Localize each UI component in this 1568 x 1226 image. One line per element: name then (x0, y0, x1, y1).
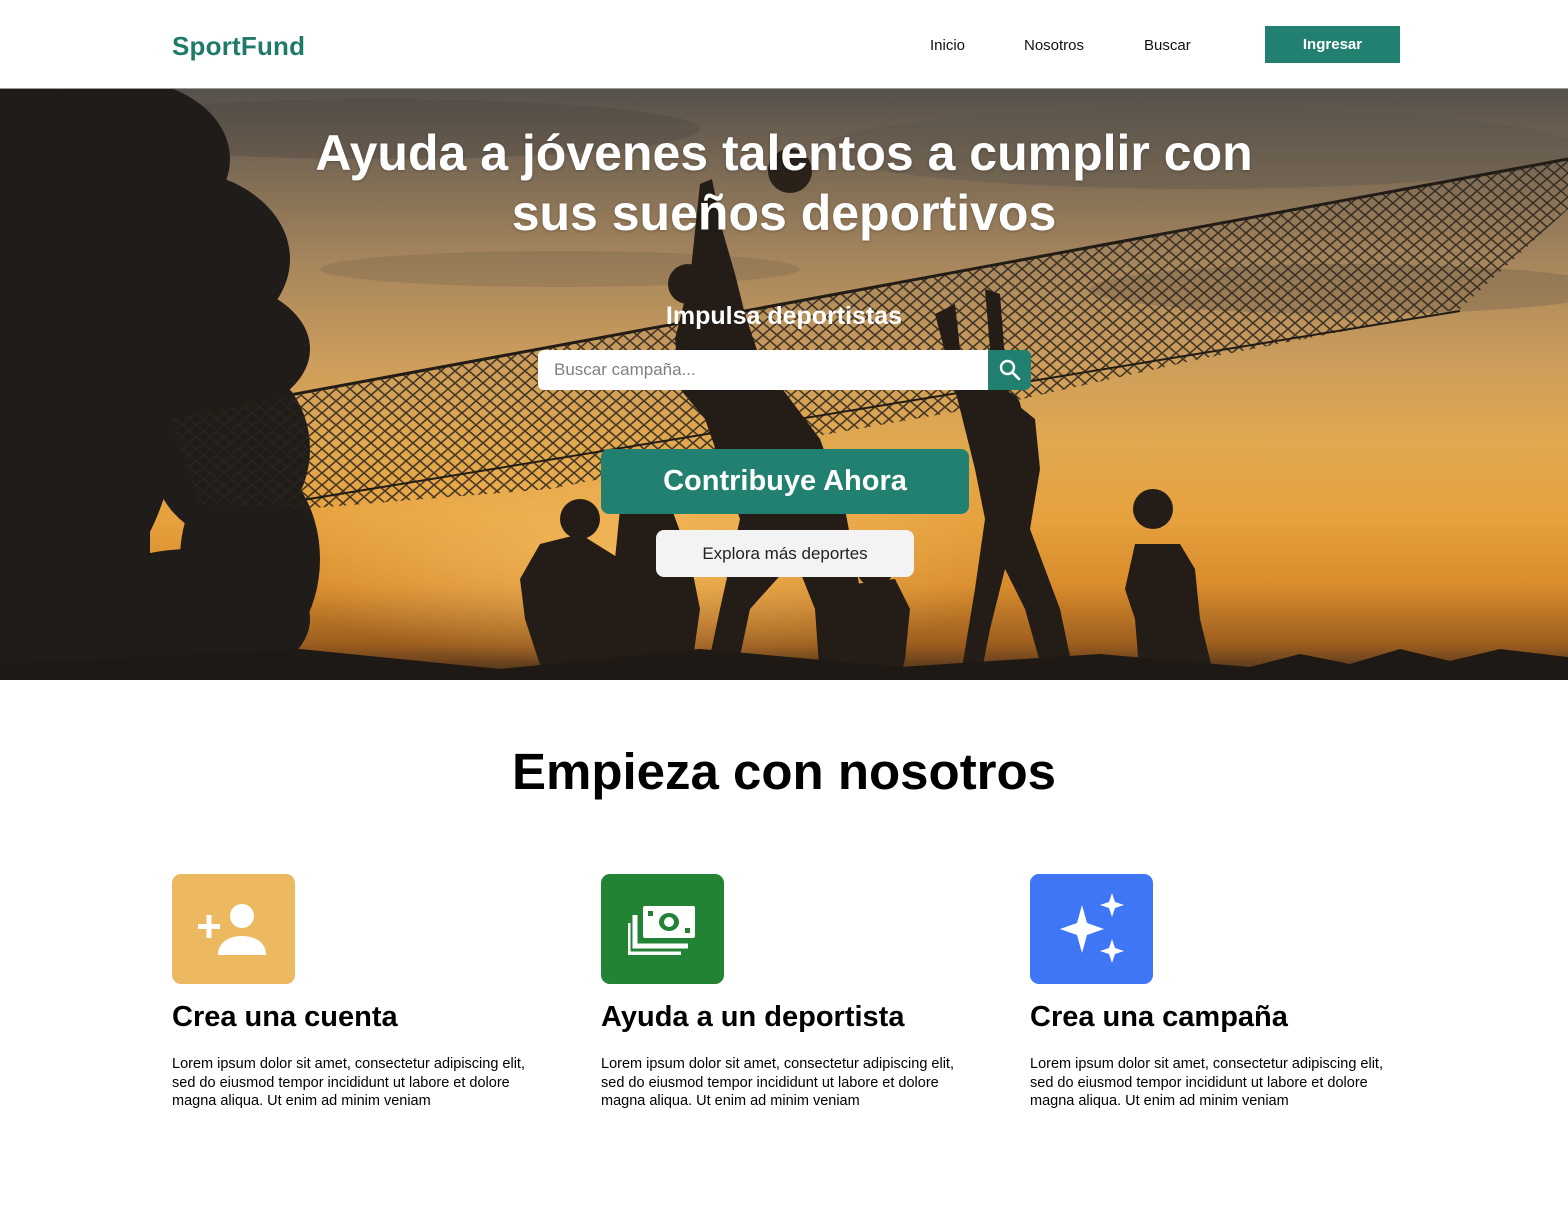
feature-description: Lorem ipsum dolor sit amet, consectetur … (1030, 1056, 1383, 1109)
feature-card-create-account: Crea una cuenta Lorem ipsum dolor sit am… (172, 874, 542, 1111)
money-icon (627, 906, 695, 955)
contribute-now-button[interactable]: Contribuye Ahora (601, 449, 969, 514)
feature-icon-tile (172, 874, 295, 984)
feature-card-help-athlete: Ayuda a un deportista Lorem ipsum dolor … (601, 874, 971, 1111)
login-button[interactable]: Ingresar (1265, 26, 1400, 63)
hero-title: Ayuda a jóvenes talentos a cumplir con s… (315, 125, 1253, 241)
section-title: Empieza con nosotros (511, 743, 1057, 800)
nav-link-inicio[interactable]: Inicio (930, 37, 965, 54)
add-person-icon (197, 904, 266, 955)
feature-icon-tile (601, 874, 724, 984)
logo[interactable]: SportFund (172, 31, 305, 62)
feature-card-create-campaign: Crea una campaña Lorem ipsum dolor sit a… (1030, 874, 1400, 1111)
search-icon (999, 359, 1020, 381)
feature-title: Crea una cuenta (172, 1001, 398, 1033)
sparkles-icon (1059, 893, 1124, 963)
nav-link-buscar[interactable]: Buscar (1144, 37, 1191, 54)
feature-title: Ayuda a un deportista (601, 1001, 905, 1033)
top-navbar: SportFund Inicio Nosotros Buscar Ingresa… (0, 0, 1568, 89)
feature-title: Crea una campaña (1030, 1001, 1288, 1033)
nav-link-nosotros[interactable]: Nosotros (1024, 37, 1084, 54)
explore-sports-button[interactable]: Explora más deportes (656, 530, 914, 577)
feature-icon-tile (1030, 874, 1153, 984)
search-input[interactable] (538, 350, 990, 390)
feature-description: Lorem ipsum dolor sit amet, consectetur … (601, 1056, 954, 1109)
hero-subtitle: Impulsa deportistas (665, 302, 903, 330)
hero-banner: Ayuda a jóvenes talentos a cumplir con s… (0, 89, 1568, 680)
search-button[interactable] (988, 350, 1031, 390)
feature-description: Lorem ipsum dolor sit amet, consectetur … (172, 1056, 525, 1109)
